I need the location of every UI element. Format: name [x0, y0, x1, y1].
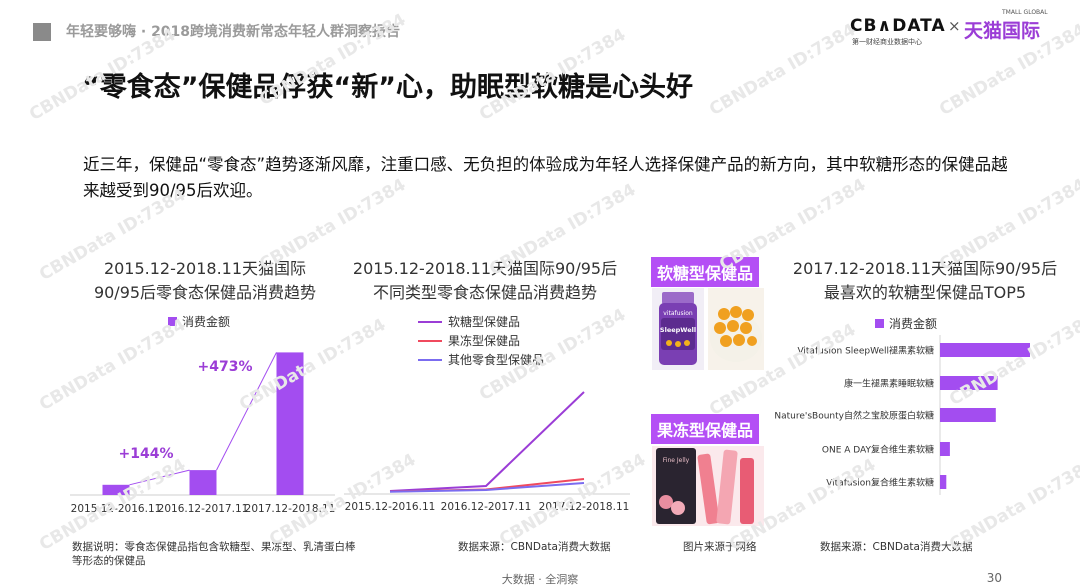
jelly-image: Fine Jelly: [656, 448, 754, 525]
chart1-legend: 消费金额: [168, 311, 230, 330]
chart2-legend-label: 软糖型保健品: [448, 315, 521, 329]
chart1-note: 数据说明：零食态保健品指包含软糖型、果冻型、乳清蛋白棒等形态的保健品: [72, 541, 356, 567]
chart3-title: 2017.12-2018.11天猫国际90/95后 最喜欢的软糖型保健品TOP5: [790, 257, 1060, 305]
bottle-brand-text: vitafusion: [663, 310, 693, 317]
chart1-tick-label: 2016.12-2017.11: [158, 503, 249, 515]
chart3-title-line1: 2017.12-2018.11天猫国际90/95后: [792, 259, 1058, 278]
chart3-bar: [940, 343, 1030, 357]
chart2-source: 数据来源：CBNData消费大数据: [458, 541, 611, 553]
legend-line-swatch: [418, 320, 442, 323]
chart2-tick-label: 2015.12-2016.11: [345, 501, 436, 513]
chart2-tick-label: 2017.12-2018.11: [539, 501, 630, 513]
chart1-title-line1: 2015.12-2018.11天猫国际: [103, 259, 307, 278]
footer-tagline: 大数据 · 全洞察: [501, 573, 579, 586]
watermark-text: CBNData ID:7384: [706, 20, 860, 120]
brand-times: ×: [948, 17, 961, 35]
jelly-photo: Fine Jelly: [652, 446, 764, 526]
chart3-bar: [940, 475, 947, 489]
bottle-name-text: SleepWell: [660, 326, 696, 334]
chart3-category-label: 康一生褪黑素睡眠软糖: [844, 378, 934, 390]
chart3-bar: [940, 376, 998, 390]
chart2-legend-item: 其他零食型保健品: [418, 349, 544, 368]
tmall-logo: 天猫国际: [964, 20, 1041, 42]
chart2-legend-item: 果冻型保健品: [418, 330, 544, 349]
chart2-plot: 2015.12-2016.11 2016.12-2017.11 2017.12-20…: [344, 391, 630, 513]
chart2-legend-label: 其他零食型保健品: [448, 353, 545, 367]
chart3-category-label: ONE A DAY复合维生素软糖: [822, 444, 934, 456]
sleepwell-bottle-photo: vitafusion SleepWell: [652, 288, 704, 370]
chart3-bar: [940, 408, 996, 422]
chart3-category-label: Nature'sBounty自然之宝胶原蛋白软糖: [774, 410, 934, 422]
legend-swatch: [875, 319, 884, 328]
legend-swatch: [168, 317, 177, 326]
chart2-legend-item: 软糖型保健品: [418, 311, 544, 330]
chart1-bar: [276, 352, 304, 495]
chart3-category-label: Vitafusion SleepWell褪黑素软糖: [797, 345, 934, 357]
page-title: “零食态”保健品俘获“新”心，助眠型软糖是心头好: [82, 72, 693, 103]
jelly-brand-text: Fine Jelly: [663, 457, 690, 464]
chart3-plot: Vitafusion SleepWell褪黑素软糖康一生褪黑素睡眠软糖 Natur…: [774, 335, 1030, 495]
photo-source: 图片来源于网络: [683, 541, 757, 553]
chart1-tick-label: 2015.12-2016.11: [71, 503, 162, 515]
tmall-global-sub: TMALL GLOBAL: [1002, 9, 1048, 16]
chart1-growth-line: [129, 469, 190, 486]
header-marker: [33, 23, 51, 41]
chart1-growth-label: +473%: [198, 359, 253, 375]
gummies-image: [710, 306, 762, 362]
jelly-label: 果冻型保健品: [651, 414, 760, 444]
cbndata-logo: CB∧DATA: [850, 16, 946, 36]
chart2-legend-label: 果冻型保健品: [448, 334, 521, 348]
chart1-legend-label: 消费金额: [182, 315, 231, 329]
chart3-source: 数据来源：CBNData消费大数据: [820, 541, 973, 553]
cbndata-logo-sub: 第一财经商业数据中心: [852, 38, 922, 46]
gummies-photo: [708, 288, 764, 370]
page-number: 30: [986, 571, 1002, 585]
legend-line-swatch: [418, 358, 442, 361]
legend-line-swatch: [418, 339, 442, 342]
chart3-legend-label: 消费金额: [889, 317, 938, 331]
sleepwell-bottle-image: vitafusion SleepWell: [659, 292, 697, 365]
chart3-category-label: Vitafusion复合维生素软糖: [826, 477, 934, 489]
chart2-series-line: [389, 391, 585, 492]
chart2-title-line1: 2015.12-2018.11天猫国际90/95后: [352, 259, 618, 278]
chart2-tick-label: 2016.12-2017.11: [441, 501, 532, 513]
chart1-tick-label: 2017.12-2018.11: [245, 503, 336, 515]
intro-paragraph: 近三年，保健品“零食态”趋势逐渐风靡，注重口感、无负担的体验成为年轻人选择保健产…: [83, 155, 1008, 200]
chart2-legend: 软糖型保健品 果冻型保健品其他零食型保健品: [418, 311, 544, 368]
soft-candy-label: 软糖型保健品: [651, 257, 760, 287]
chart3-bar: [940, 442, 950, 456]
chart1-title-line2: 90/95后零食态保健品消费趋势: [93, 283, 317, 302]
report-title: 年轻要够嗨 · 2018跨境消费新常态年轻人群洞察报告: [66, 24, 401, 40]
chart1-bar: [102, 484, 130, 495]
chart3-title-line2: 最喜欢的软糖型保健品TOP5: [823, 283, 1027, 302]
chart1-title: 2015.12-2018.11天猫国际 90/95后零食态保健品消费趋势: [70, 257, 340, 305]
brand-logo: CB∧DATA 第一财经商业数据中心 × TMALL GLOBAL 天猫国际: [850, 9, 1050, 48]
chart2-title-line2: 不同类型零食态保健品消费趋势: [372, 283, 597, 302]
chart2-title: 2015.12-2018.11天猫国际90/95后 不同类型零食态保健品消费趋势: [342, 257, 628, 305]
chart1-bar: [189, 470, 217, 495]
chart1-growth-label: +144%: [119, 446, 174, 462]
chart1-plot: 2015.12-2016.112016.12-2017.112017.12-20…: [70, 352, 336, 515]
